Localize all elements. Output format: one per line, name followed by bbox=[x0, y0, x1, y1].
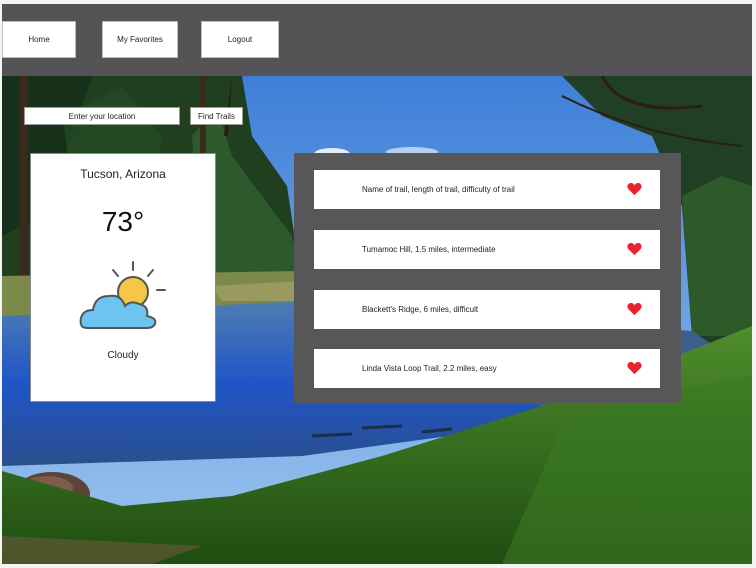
trail-list-item[interactable]: Blackett's Ridge, 6 miles, difficult bbox=[314, 290, 660, 329]
logout-button[interactable]: Logout bbox=[201, 21, 279, 58]
location-input[interactable] bbox=[24, 107, 180, 125]
top-nav-bar: Home My Favorites Logout bbox=[2, 4, 752, 76]
trail-list-item[interactable]: Linda Vista Loop Trail, 2.2 miles, easy bbox=[314, 349, 660, 388]
trail-description: Tumamoc Hill, 1.5 miles, intermediate bbox=[362, 245, 496, 254]
weather-temperature: 73° bbox=[101, 206, 145, 237]
weather-condition: Cloudy bbox=[107, 350, 139, 361]
trail-description: Linda Vista Loop Trail, 2.2 miles, easy bbox=[362, 364, 497, 373]
weather-card: Tucson, Arizona 73° Cloudy bbox=[30, 153, 216, 402]
trail-list-item[interactable]: Tumamoc Hill, 1.5 miles, intermediate bbox=[314, 230, 660, 269]
weather-city: Tucson, Arizona bbox=[80, 167, 166, 181]
heart-icon[interactable] bbox=[627, 242, 642, 256]
heart-icon[interactable] bbox=[627, 361, 642, 375]
trail-description: Blackett's Ridge, 6 miles, difficult bbox=[362, 305, 479, 314]
trail-list-item[interactable]: Name of trail, length of trail, difficul… bbox=[314, 170, 660, 209]
partly-cloudy-icon bbox=[79, 261, 166, 329]
trails-list-panel: Name of trail, length of trail, difficul… bbox=[294, 153, 681, 403]
app-frame: Home My Favorites Logout Enter your loca… bbox=[2, 4, 752, 564]
heart-icon[interactable] bbox=[627, 302, 642, 316]
trail-description: Name of trail, length of trail, difficul… bbox=[362, 185, 515, 194]
heart-icon[interactable] bbox=[627, 182, 642, 196]
my-favorites-button[interactable]: My Favorites bbox=[102, 21, 178, 58]
home-button[interactable]: Home bbox=[2, 21, 76, 58]
find-trails-button[interactable]: Find Trails bbox=[190, 107, 243, 125]
